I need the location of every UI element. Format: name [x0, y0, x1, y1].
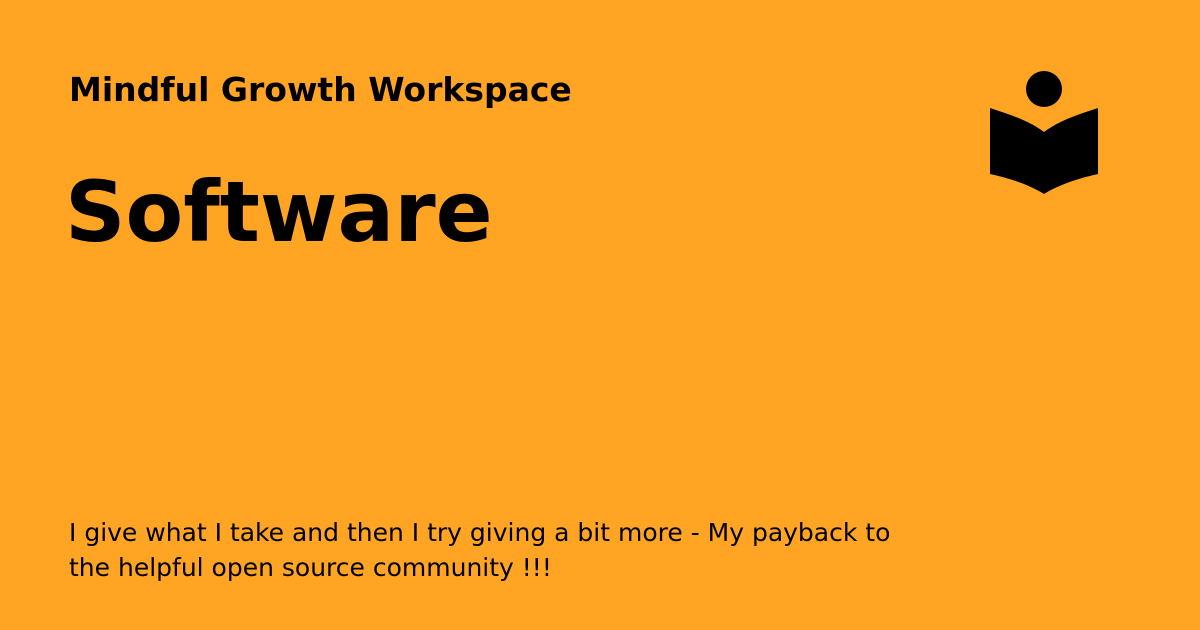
page-description: I give what I take and then I try giving… — [69, 518, 891, 582]
reading-person-icon — [988, 70, 1100, 196]
site-name: Mindful Growth Workspace — [69, 70, 572, 109]
social-card: Mindful Growth Workspace Software I give… — [0, 0, 1200, 630]
page-title: Software — [65, 163, 493, 261]
